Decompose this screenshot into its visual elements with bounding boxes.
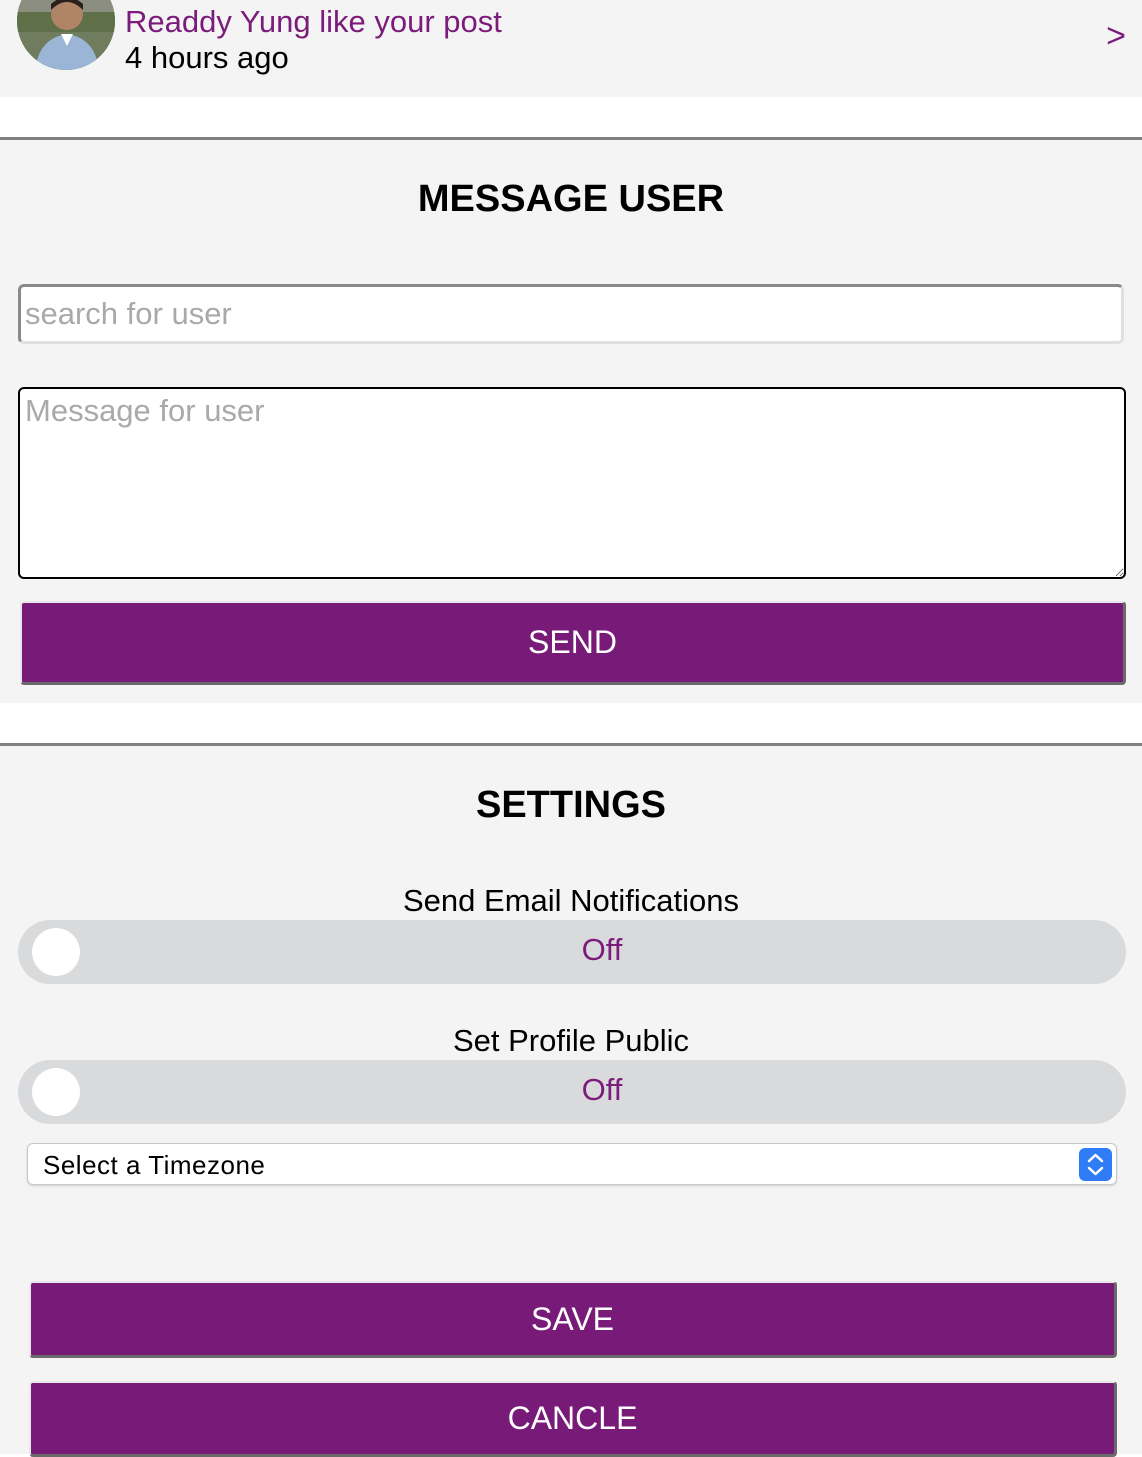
notification-item[interactable]: Readdy Yung like your post 4 hours ago > [0,0,1142,97]
notification-time: 4 hours ago [125,40,289,75]
timezone-select[interactable]: Select a Timezone [27,1143,1117,1185]
email-notifications-state: Off [581,932,623,967]
send-button[interactable]: SEND [20,601,1126,685]
profile-public-label: Set Profile Public [452,1023,690,1058]
notification-text[interactable]: Readdy Yung like your post [125,4,502,40]
avatar [17,0,115,70]
select-arrows-icon [1079,1148,1112,1181]
cancel-button[interactable]: CANCLE [29,1381,1117,1457]
email-notifications-label: Send Email Notifications [403,883,739,918]
profile-public-toggle[interactable]: Off [18,1060,1126,1124]
timezone-selected-value: Select a Timezone [43,1150,266,1180]
settings-panel: SETTINGS Send Email Notifications Off Se… [0,743,1142,1457]
chevron-right-icon[interactable]: > [1106,16,1126,56]
email-notifications-toggle[interactable]: Off [18,920,1126,984]
message-user-title: MESSAGE USER [417,178,725,220]
message-textarea[interactable] [18,387,1126,579]
save-button[interactable]: SAVE [29,1281,1117,1358]
settings-title: SETTINGS [475,784,667,826]
profile-public-state: Off [581,1072,623,1107]
search-user-input[interactable] [18,284,1124,344]
message-user-panel: MESSAGE USER SEND [0,137,1142,703]
